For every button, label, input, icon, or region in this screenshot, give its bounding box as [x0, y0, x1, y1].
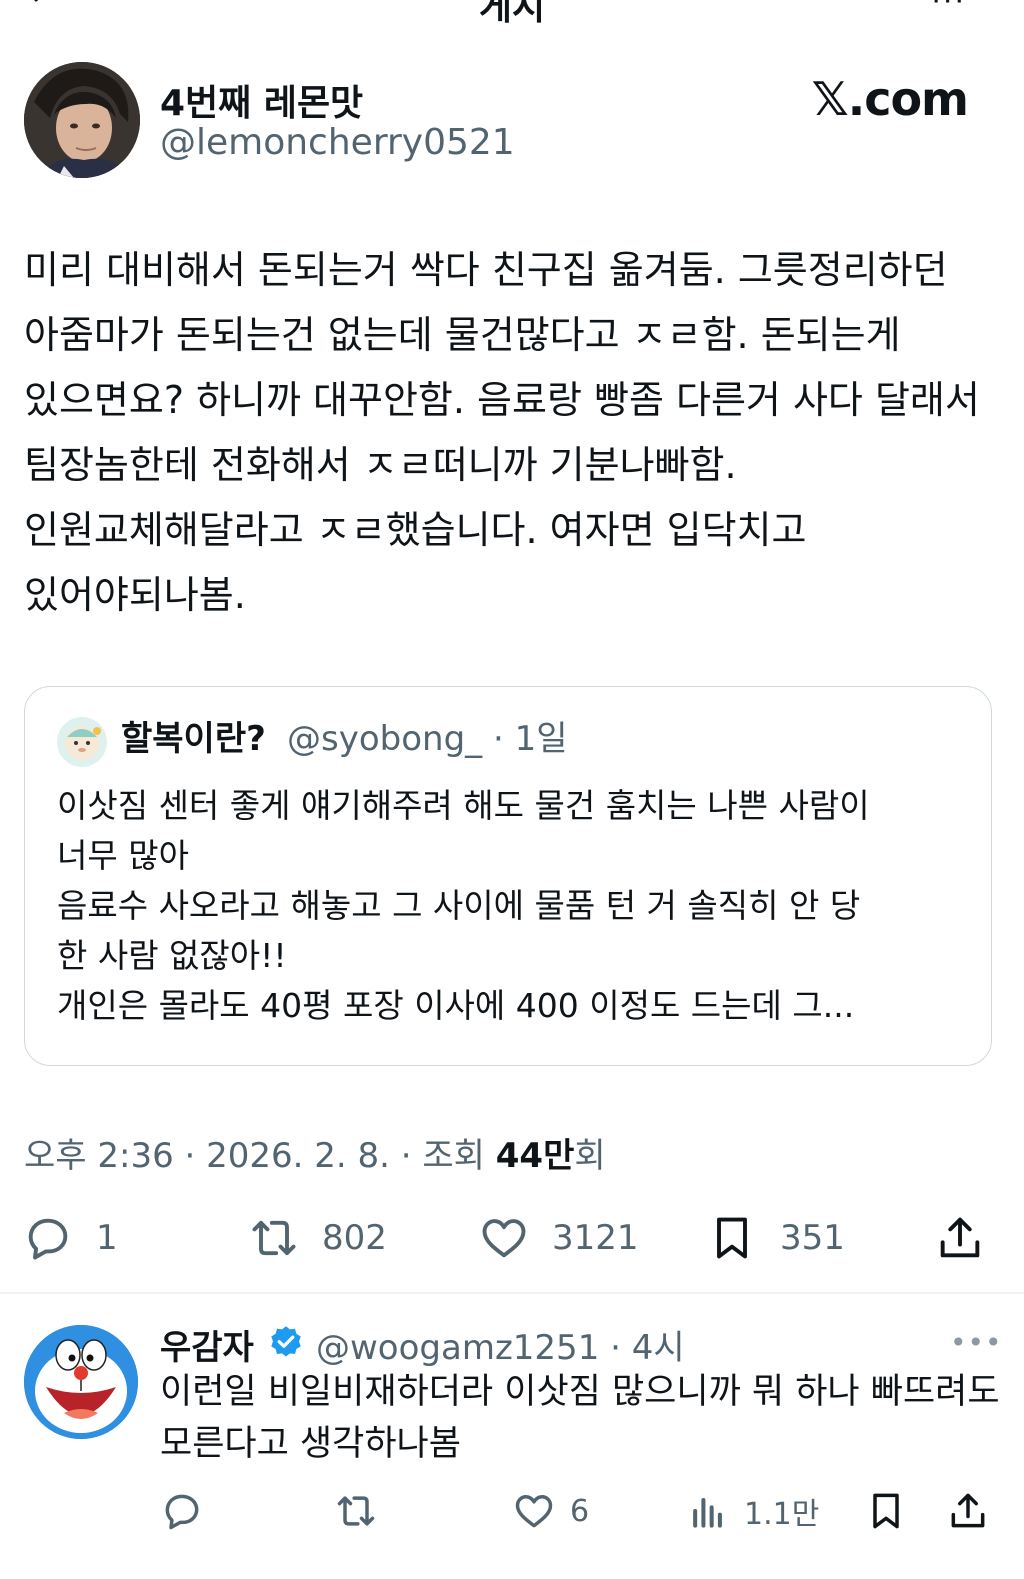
view-count[interactable]: 44만	[496, 1136, 575, 1176]
author-handle[interactable]: @lemoncherry0521	[160, 122, 515, 163]
tweet-meta: 오후 2:36 · 2026. 2. 8. · 조회 44만회	[24, 1128, 606, 1177]
reply-icon	[28, 1218, 68, 1260]
reply-display-name[interactable]: 우감자	[160, 1320, 254, 1369]
section-divider	[0, 1292, 1024, 1294]
top-bar: 게시 ···	[0, 0, 1024, 30]
quoted-tweet-card[interactable]: 할복이란? @syobong_ · 1일 이삿짐 센터 좋게 얘기해주려 해도 …	[24, 686, 992, 1066]
view-count-suffix: 회	[574, 1136, 606, 1176]
quoted-tweet-text: 이삿짐 센터 좋게 얘기해주려 해도 물건 훔치는 나쁜 사람이 너무 많아 음…	[57, 781, 967, 1031]
analytics-icon	[693, 1497, 722, 1528]
reply-count: 1	[96, 1218, 118, 1258]
quoted-display-name[interactable]: 할복이란?	[121, 711, 266, 760]
quoted-line: 음료수 사오라고 해놓고 그 사이에 물품 턴 거 솔직히 안 당	[57, 886, 861, 925]
reply-like-button[interactable]: 6	[512, 1484, 589, 1538]
verified-badge-icon	[271, 1326, 301, 1357]
reply-bookmark-button[interactable]	[864, 1484, 908, 1538]
tweet-time-date: 오후 2:36 · 2026. 2. 8. · 조회	[24, 1136, 496, 1176]
reply-icon	[165, 1494, 199, 1530]
tweet-body-text: 미리 대비해서 돈되는거 싹다 친구집 옮겨둠. 그릇정리하던 아줌마가 돈되는…	[24, 248, 980, 617]
reply-like-count: 6	[570, 1493, 590, 1529]
tweet-action-bar: 1 802 3121 351	[0, 1206, 1024, 1276]
like-button[interactable]: 3121	[478, 1206, 639, 1270]
reply-view-count: 1.1만	[744, 1497, 820, 1532]
author-avatar[interactable]	[24, 62, 140, 178]
x-com-watermark: 𝕏.com	[811, 72, 969, 126]
reply-avatar-image	[24, 1325, 138, 1439]
page-title: 게시	[478, 0, 546, 28]
more-options-icon[interactable]: ···	[931, 0, 966, 19]
quoted-author-avatar[interactable]	[57, 717, 107, 767]
author-avatar-image	[24, 62, 140, 178]
quoted-line: 너무 많아	[57, 836, 189, 875]
reply-handle-time: @woogamz1251 · 4시	[316, 1328, 685, 1368]
quoted-avatar-image	[57, 717, 107, 767]
bookmark-icon	[717, 1217, 747, 1259]
reply-views-button[interactable]: 1.1만	[686, 1484, 819, 1538]
quoted-line: 한 사람 없잖아!!	[57, 936, 287, 975]
share-icon	[951, 1493, 985, 1528]
quoted-line: 개인은 몰라도 40평 포장 이사에 400 이정도 드는데 그...	[57, 986, 855, 1025]
like-count: 3121	[552, 1218, 639, 1258]
quoted-line: 이삿짐 센터 좋게 얘기해주려 해도 물건 훔치는 나쁜 사람이	[57, 786, 870, 825]
heart-icon	[515, 1494, 553, 1528]
share-button[interactable]	[934, 1206, 986, 1270]
share-icon	[940, 1217, 980, 1258]
reply-share-button[interactable]	[946, 1484, 990, 1538]
retweet-icon	[252, 1220, 296, 1256]
reply-reply-button[interactable]	[160, 1484, 204, 1538]
bookmark-count: 351	[780, 1218, 845, 1258]
reply-retweet-button[interactable]	[334, 1484, 378, 1538]
retweet-button[interactable]: 802	[248, 1206, 387, 1270]
heart-icon	[482, 1219, 526, 1258]
quoted-handle-time: @syobong_ · 1일	[287, 719, 568, 759]
reply-author-avatar[interactable]	[24, 1325, 138, 1439]
retweet-icon	[337, 1496, 375, 1526]
reply-more-icon[interactable]: •••	[950, 1326, 1003, 1359]
reply-button[interactable]: 1	[22, 1206, 118, 1270]
reply-action-bar: 6 1.1만	[0, 1484, 1024, 1540]
bookmark-icon	[873, 1493, 899, 1529]
retweet-count: 802	[322, 1218, 387, 1258]
reply-body-text: 이런일 비일비재하더라 이삿짐 많으니까 뭐 하나 빠뜨려도 모른다고 생각하나…	[160, 1372, 1000, 1464]
author-display-name[interactable]: 4번째 레몬맛	[160, 74, 363, 126]
bookmark-button[interactable]: 351	[706, 1206, 845, 1270]
